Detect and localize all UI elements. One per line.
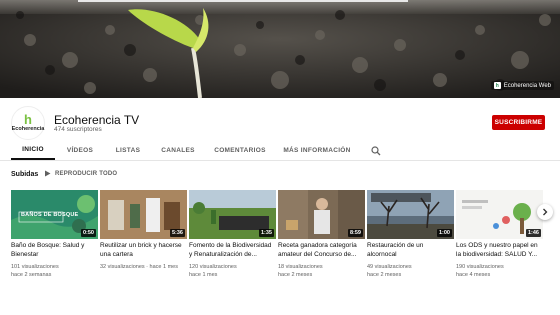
video-views: 18 visualizaciones	[278, 264, 323, 270]
video-duration: 1:00	[436, 229, 452, 237]
video-duration: 5:36	[169, 229, 185, 237]
video-thumbnail[interactable]: 1:35	[189, 190, 276, 239]
tab-mas-informacion[interactable]: MÁS INFORMACIÓN	[282, 140, 352, 160]
video-age: hace 2 semanas	[11, 272, 52, 278]
video-title-line: amateur del Concurso de...	[278, 250, 357, 258]
channel-banner: h Ecoherencia Web	[0, 0, 560, 98]
avatar-letter: h	[24, 112, 32, 127]
video-meta: 49 visualizaciones hace 2 meses	[367, 263, 454, 279]
tab-comentarios[interactable]: COMENTARIOS	[208, 140, 272, 160]
channel-page: h Ecoherencia Web h Ecoherencia Ecoheren…	[0, 0, 560, 315]
video-views: 120 visualizaciones	[189, 264, 237, 270]
channel-tabs: INICIO VÍDEOS LISTAS CANALES COMENTARIOS…	[0, 140, 560, 161]
video-title-line: Reutilizar un brick y hacerse	[100, 242, 182, 249]
video-title-line: una cartera	[100, 250, 133, 258]
video-title-line: y Renaturalización de...	[189, 250, 257, 258]
video-meta: 120 visualizaciones hace 1 mes	[189, 263, 276, 279]
video-meta: 32 visualizaciones · hace 1 mes	[100, 263, 187, 271]
video-title-line: Bienestar	[11, 250, 39, 258]
video-title[interactable]: Baño de Bosque: Salud y Bienestar	[11, 242, 98, 259]
video-title[interactable]: Reutilizar un brick y hacerse una carter…	[100, 242, 187, 259]
avatar-text: Ecoherencia	[11, 126, 45, 132]
tab-videos[interactable]: VÍDEOS	[59, 140, 101, 160]
video-age: hace 4 meses	[456, 272, 491, 278]
section-title: Subidas	[11, 171, 39, 178]
video-thumbnail[interactable]: 1:00	[367, 190, 454, 239]
tab-inicio[interactable]: INICIO	[11, 140, 55, 160]
channel-avatar[interactable]: h Ecoherencia	[11, 106, 45, 140]
tab-listas[interactable]: LISTAS	[108, 140, 148, 160]
video-card[interactable]: 1:00 Restauración de un alcornocal 49 vi…	[367, 190, 454, 279]
video-duration: 1:46	[525, 229, 541, 237]
video-title-line: Baño de Bosque: Salud y	[11, 242, 85, 249]
video-thumbnail[interactable]: BAÑOS DE BOSQUE 0:50	[11, 190, 98, 239]
video-views: 190 visualizaciones	[456, 264, 504, 270]
video-thumbnail[interactable]: 5:36	[100, 190, 187, 239]
video-thumbnail[interactable]: 1:46	[456, 190, 543, 239]
subscribe-button[interactable]: SUSCRIBIRME	[492, 115, 545, 130]
video-duration: 1:35	[258, 229, 274, 237]
play-all-button[interactable]: REPRODUCIR TODO	[44, 170, 117, 177]
video-card[interactable]: 1:35 Fomento de la Biodiversidad y Renat…	[189, 190, 276, 279]
video-title[interactable]: Fomento de la Biodiversidad y Renaturali…	[189, 242, 276, 259]
video-title[interactable]: Restauración de un alcornocal	[367, 242, 454, 259]
video-meta: 190 visualizaciones hace 4 meses	[456, 263, 543, 279]
video-age: hace 1 mes	[189, 272, 218, 278]
video-card[interactable]: 5:36 Reutilizar un brick y hacerse una c…	[100, 190, 187, 271]
channel-name: Ecoherencia TV	[54, 113, 140, 127]
video-views: 32 visualizaciones · hace 1 mes	[100, 264, 178, 270]
tab-canales[interactable]: CANALES	[156, 140, 200, 160]
video-title[interactable]: Receta ganadora categoría amateur del Co…	[278, 242, 365, 259]
video-age: hace 2 meses	[367, 272, 402, 278]
play-icon	[45, 170, 51, 177]
video-title-line: la biodiversidad: SALUD Y...	[456, 250, 538, 258]
video-views: 101 visualizaciones	[11, 264, 59, 270]
video-age: hace 2 meses	[278, 272, 313, 278]
top-bar-edge	[78, 0, 408, 2]
chevron-right-icon	[543, 208, 548, 216]
thumb-title: BAÑOS DE BOSQUE	[21, 212, 79, 218]
video-title-line: alcornocal	[367, 250, 397, 258]
ecoherencia-logo-icon: h	[493, 82, 501, 89]
banner-web-link[interactable]: h Ecoherencia Web	[490, 81, 554, 90]
subscriber-count: 474 suscriptores	[54, 126, 102, 133]
video-duration: 8:59	[347, 229, 363, 237]
video-duration: 0:50	[80, 229, 96, 237]
video-views: 49 visualizaciones	[367, 264, 412, 270]
search-icon[interactable]	[371, 146, 381, 156]
banner-image	[0, 0, 560, 98]
banner-link-label: Ecoherencia Web	[503, 82, 551, 89]
video-card[interactable]: BAÑOS DE BOSQUE 0:50 Baño de Bosque: Sal…	[11, 190, 98, 279]
video-title-line: Restauración de un	[367, 242, 424, 249]
video-title[interactable]: Los ODS y nuestro papel en la biodiversi…	[456, 242, 543, 259]
video-title-line: Fomento de la Biodiversidad	[189, 242, 272, 249]
video-meta: 18 visualizaciones hace 2 meses	[278, 263, 365, 279]
video-thumbnail[interactable]: 8:59	[278, 190, 365, 239]
video-title-line: Los ODS y nuestro papel en	[456, 242, 538, 249]
video-card[interactable]: 8:59 Receta ganadora categoría amateur d…	[278, 190, 365, 279]
play-all-label: REPRODUCIR TODO	[55, 170, 118, 177]
video-title-line: Receta ganadora categoría	[278, 242, 357, 249]
carousel-next-button[interactable]	[537, 204, 553, 220]
video-card[interactable]: 1:46 Los ODS y nuestro papel en la biodi…	[456, 190, 543, 279]
video-meta: 101 visualizaciones hace 2 semanas	[11, 263, 98, 279]
